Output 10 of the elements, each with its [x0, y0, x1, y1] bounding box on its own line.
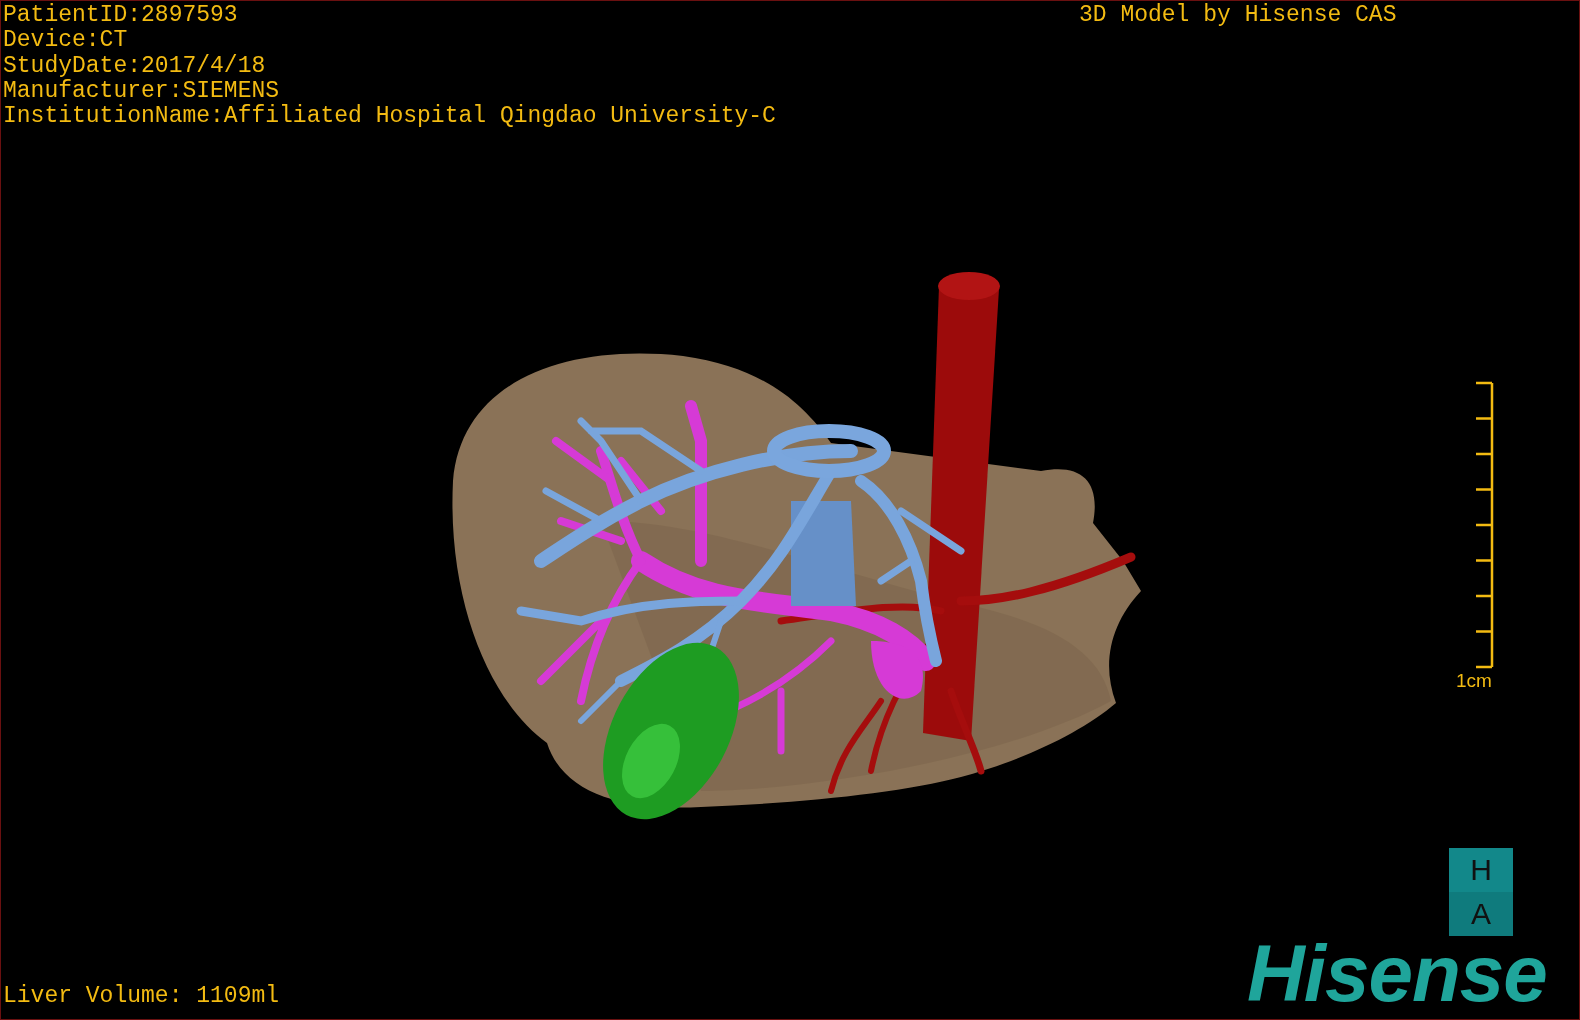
scale-label: 1cm: [1456, 671, 1492, 691]
scale-bar-icon: [1475, 381, 1494, 669]
study-info-text: Manufacturer:SIEMENS: [3, 78, 280, 104]
brand-logo: Hisense: [1247, 936, 1547, 1012]
study-info-text: PatientID:2897593: [3, 3, 238, 28]
study-info-text: StudyDate:2017/4/18: [3, 53, 266, 79]
liver-volume-label: Liver Volume: 1109ml: [3, 984, 280, 1009]
study-info-text: InstitutionName:Affiliated Hospital Qingdao University-C: [3, 104, 776, 130]
model-title: 3D Model by Hisense CAS: [1079, 3, 1397, 28]
study-info-text: Device:CT: [3, 28, 128, 54]
